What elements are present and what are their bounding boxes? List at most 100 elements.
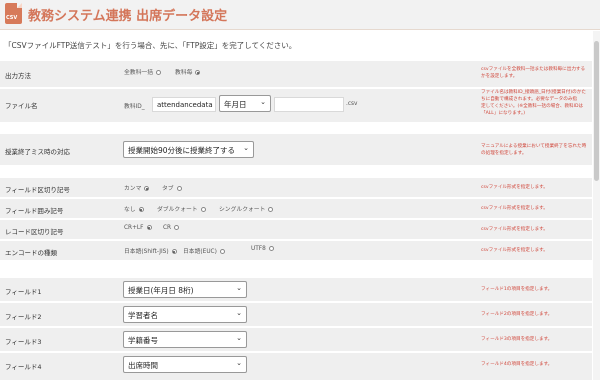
radio-enclosure-single-label: シングルクォート (219, 207, 266, 213)
field-2-select-value: 学習者名 (128, 311, 158, 320)
radio-output-all-circle[interactable] (156, 70, 161, 75)
page-header: CSV 教務システム連携 出席データ設定 (0, 0, 600, 30)
radio-enclosure-none-circle[interactable] (138, 207, 144, 212)
output-method-note: csvファイルを全教科一括または教科毎に出力する かを設定します。 (481, 67, 586, 79)
radio-enclosure-none[interactable]: なし (124, 204, 144, 213)
field-2-label: フィールド2 (5, 313, 42, 321)
field-4-select[interactable]: 出席時間 ⌄ (123, 356, 247, 373)
file-name-prefix: 教科ID_ (124, 104, 145, 110)
row-field-4: フィールド4 出席時間 ⌄ フィールド4の項目を指定します。 (0, 352, 592, 380)
chevron-down-icon: ⌄ (236, 334, 242, 342)
chevron-down-icon: ⌄ (236, 284, 242, 292)
field-3-select[interactable]: 学籍番号 ⌄ (123, 331, 247, 348)
row-class-end-miss: 授業終了ミス時の対応 授業開始90分後に授業終了する ⌄ マニュアルによる授業にお… (0, 133, 592, 165)
page-title: 教務システム連携 出席データ設定 (28, 9, 228, 24)
field-4-select-value: 出席時間 (128, 361, 158, 370)
field-delimiter-label: フィールド区切り記号 (5, 186, 70, 194)
row-record-delimiter: レコード区切り記号 CR+LF CR csvファイル形式を指定します。 (0, 219, 592, 239)
scrollbar-thumb[interactable] (594, 41, 599, 181)
radio-record-cr-circle[interactable] (174, 225, 180, 230)
class-end-miss-note: マニュアルによる授業において授業終了を忘れた時 の処理を指定します。 (481, 144, 587, 156)
intro-text: 「CSVファイルFTP送信テスト」を行う場合、先に、「FTP設定」を完了してくだ… (4, 41, 297, 50)
file-name-note: ファイル名は教科ID_接頭語_日付(授業日付)のかた ちに自動で構成されます。必… (481, 90, 586, 116)
row-file-name: ファイル名 教科ID_ attendancedata 年月日 ⌄ .csv ファイ… (0, 88, 592, 122)
radio-record-cr[interactable]: CR (163, 225, 180, 231)
row-field-delimiter: フィールド区切り記号 カンマ タブ csvファイル形式を指定します。 (0, 177, 592, 197)
field-1-label: フィールド1 (5, 288, 42, 296)
radio-encoding-euc-circle[interactable] (219, 249, 225, 254)
record-delimiter-note: csvファイル形式を指定します。 (481, 227, 548, 232)
radio-delimiter-comma-label: カンマ (124, 186, 142, 192)
radio-delimiter-comma-circle[interactable] (144, 186, 150, 191)
field-1-select[interactable]: 授業日(年月日 8桁) ⌄ (123, 281, 247, 298)
radio-enclosure-single[interactable]: シングルクォート (219, 204, 274, 213)
output-method-label: 出力方法 (5, 72, 31, 80)
radio-encoding-euc[interactable]: 日本語(EUC) (183, 246, 225, 255)
row-field-1: フィールド1 授業日(年月日 8桁) ⌄ フィールド1の項目を指定します。 (0, 277, 592, 301)
file-name-date-select[interactable]: 年月日 ⌄ (219, 95, 271, 112)
radio-delimiter-tab-circle[interactable] (176, 186, 182, 191)
radio-enclosure-double-circle[interactable] (200, 207, 206, 212)
chevron-down-icon: ⌄ (236, 359, 242, 367)
file-name-label: ファイル名 (5, 102, 38, 110)
class-end-miss-select-value: 授業開始90分後に授業終了する (128, 146, 236, 155)
radio-encoding-euc-label: 日本語(EUC) (183, 249, 217, 255)
class-end-miss-select[interactable]: 授業開始90分後に授業終了する ⌄ (123, 141, 254, 158)
radio-encoding-utf8-circle[interactable] (268, 246, 274, 251)
csv-file-icon: CSV (5, 3, 22, 24)
encoding-label: エンコードの種類 (5, 249, 57, 257)
field-3-note: フィールド3の項目を指定します。 (481, 337, 553, 342)
radio-enclosure-single-circle[interactable] (268, 207, 274, 212)
field-1-note: フィールド1の項目を指定します。 (481, 287, 553, 292)
radio-record-crlf-circle[interactable] (146, 225, 152, 230)
chevron-down-icon: ⌄ (243, 144, 249, 152)
field-delimiter-note: csvファイル形式を指定します。 (481, 185, 548, 190)
radio-delimiter-comma[interactable]: カンマ (124, 183, 150, 192)
radio-encoding-sjis[interactable]: 日本語(Shift-JIS) (124, 246, 177, 255)
radio-delimiter-tab[interactable]: タブ (162, 183, 182, 192)
encoding-note: csvファイル形式を指定します。 (481, 248, 548, 253)
file-name-date-select-value: 年月日 (224, 100, 247, 109)
field-1-select-value: 授業日(年月日 8桁) (128, 286, 194, 295)
radio-record-cr-label: CR (163, 225, 172, 231)
radio-encoding-sjis-circle[interactable] (171, 249, 177, 254)
radio-encoding-utf8[interactable]: UTF8 (251, 246, 274, 252)
separator (0, 123, 592, 133)
field-3-label: フィールド3 (5, 338, 42, 346)
radio-delimiter-tab-label: タブ (162, 186, 174, 192)
radio-record-crlf-label: CR+LF (124, 225, 144, 231)
file-name-suffix: .csv (346, 101, 358, 107)
separator (0, 261, 592, 277)
row-encoding: エンコードの種類 日本語(Shift-JIS) 日本語(EUC) UTF8 cs… (0, 240, 592, 260)
chevron-down-icon: ⌄ (260, 98, 266, 106)
row-field-enclosure: フィールド囲み記号 なし ダブルクォート シングルクォート csvファイル形式を… (0, 198, 592, 218)
radio-output-per-subject[interactable]: 教科毎 (175, 67, 201, 76)
class-end-miss-label: 授業終了ミス時の対応 (5, 148, 70, 156)
field-enclosure-label: フィールド囲み記号 (5, 207, 64, 215)
radio-enclosure-double[interactable]: ダブルクォート (157, 204, 206, 213)
file-name-input[interactable]: attendancedata (152, 97, 216, 112)
record-delimiter-label: レコード区切り記号 (5, 228, 64, 236)
field-4-label: フィールド4 (5, 363, 42, 371)
chevron-down-icon: ⌄ (236, 309, 242, 317)
row-field-3: フィールド3 学籍番号 ⌄ フィールド3の項目を指定します。 (0, 327, 592, 351)
file-name-extra-input[interactable] (274, 97, 344, 112)
row-field-2: フィールド2 学習者名 ⌄ フィールド2の項目を指定します。 (0, 302, 592, 326)
field-3-select-value: 学籍番号 (128, 336, 158, 345)
radio-enclosure-none-label: なし (124, 207, 136, 213)
radio-record-crlf[interactable]: CR+LF (124, 225, 152, 231)
separator (0, 166, 592, 176)
radio-encoding-sjis-label: 日本語(Shift-JIS) (124, 249, 169, 255)
field-4-note: フィールド4の項目を指定します。 (481, 362, 553, 367)
vertical-scrollbar[interactable] (593, 31, 600, 380)
radio-output-all-label: 全教科一括 (124, 70, 153, 76)
radio-encoding-utf8-label: UTF8 (251, 246, 266, 252)
field-2-select[interactable]: 学習者名 ⌄ (123, 306, 247, 323)
row-output-method: 出力方法 全教科一括 教科毎 csvファイルを全教科一括または教科毎に出力する … (0, 60, 592, 87)
field-enclosure-note: csvファイル形式を指定します。 (481, 206, 548, 211)
radio-output-per-subject-label: 教科毎 (175, 70, 193, 76)
radio-enclosure-double-label: ダブルクォート (157, 207, 198, 213)
radio-output-per-subject-circle[interactable] (195, 70, 201, 75)
field-2-note: フィールド2の項目を指定します。 (481, 312, 553, 317)
radio-output-all[interactable]: 全教科一括 (124, 67, 161, 76)
